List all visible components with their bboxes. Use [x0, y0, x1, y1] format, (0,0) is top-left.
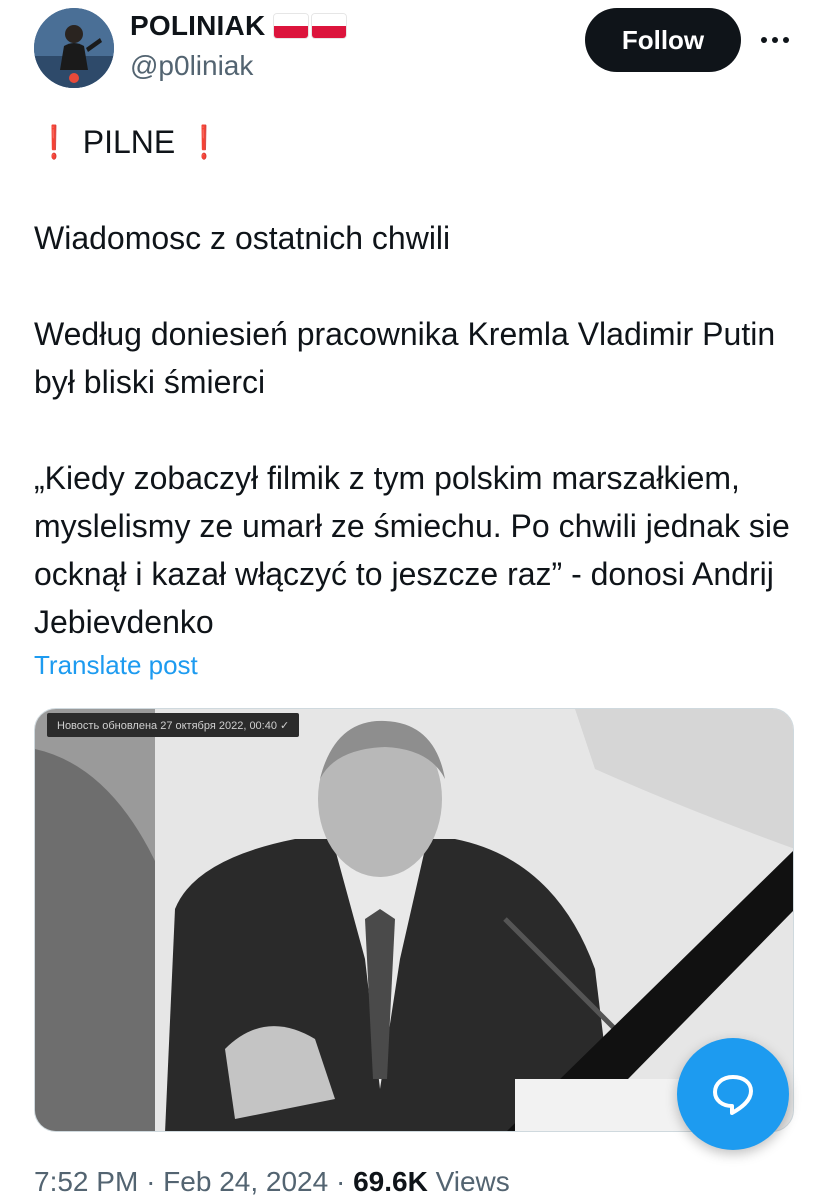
media-photo: [35, 709, 793, 1131]
meta-separator: ·: [335, 1166, 354, 1197]
red-exclamation-icon: ❗: [39, 124, 68, 160]
more-options-icon[interactable]: [757, 24, 793, 56]
media-caption: Новость обновлена 27 октября 2022, 00:40…: [47, 713, 300, 737]
avatar[interactable]: [34, 8, 114, 88]
avatar-image: [34, 8, 114, 88]
views-count: 69.6K: [353, 1166, 428, 1197]
post-date[interactable]: Feb 24, 2024: [163, 1166, 328, 1197]
author-name-row: POLINIAK: [130, 10, 348, 42]
headline-line: ❗ PILNE ❗: [34, 118, 794, 166]
poland-flag-icon: [311, 13, 348, 39]
tweet-line-2: Według doniesień pracownika Kremla Vladi…: [34, 316, 776, 400]
headline-text: PILNE: [82, 124, 176, 160]
translate-post-link[interactable]: Translate post: [34, 650, 198, 681]
compose-reply-button[interactable]: [677, 1038, 789, 1150]
post-time[interactable]: 7:52 PM: [34, 1166, 138, 1197]
tweet-body: ❗ PILNE ❗ Wiadomosc z ostatnich chwili W…: [34, 118, 794, 646]
author-name[interactable]: POLINIAK: [130, 10, 265, 42]
flags: [273, 13, 348, 39]
meta-separator: ·: [146, 1166, 164, 1197]
tweet-media[interactable]: Новость обновлена 27 октября 2022, 00:40…: [34, 708, 794, 1132]
tweet-meta: 7:52 PM · Feb 24, 2024 · 69.6K Views: [34, 1166, 510, 1198]
tweet-line-3: „Kiedy zobaczył filmik z tym polskim mar…: [34, 460, 790, 640]
poland-flag-icon: [273, 13, 310, 39]
tweet-line-1: Wiadomosc z ostatnich chwili: [34, 220, 451, 256]
red-exclamation-icon: ❗: [190, 124, 218, 160]
author-handle[interactable]: @p0liniak: [130, 50, 253, 82]
follow-button[interactable]: Follow: [585, 8, 741, 72]
views-label: Views: [435, 1166, 510, 1197]
compose-reply-icon: [713, 1075, 753, 1115]
